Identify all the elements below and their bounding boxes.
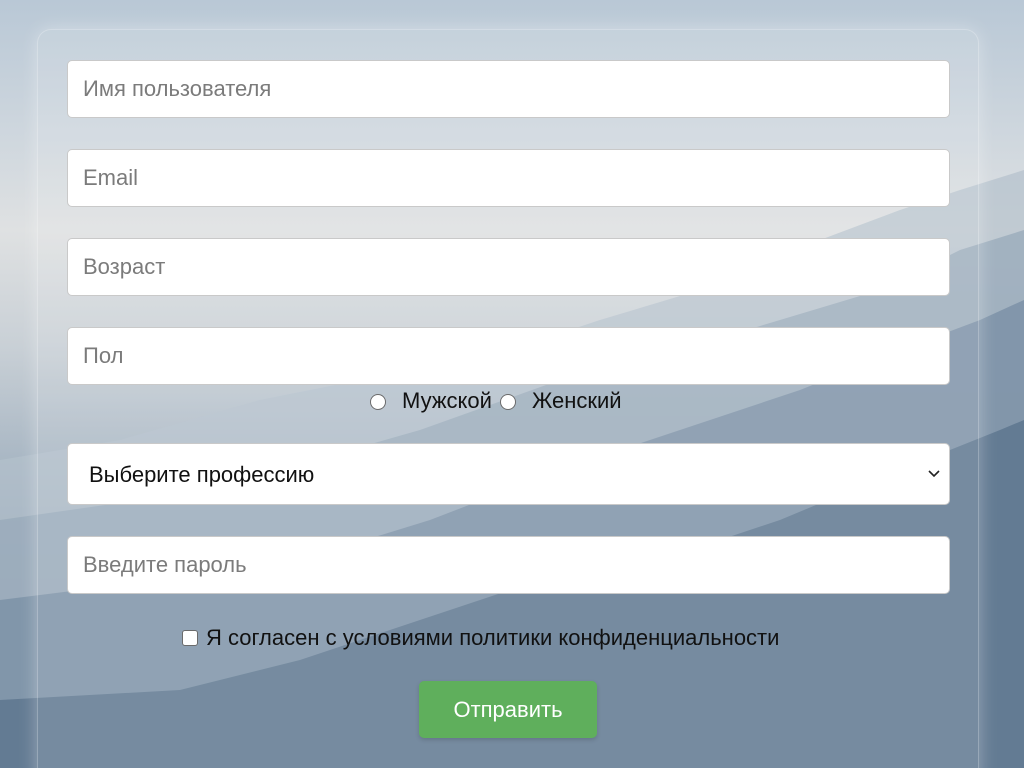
page: Мужской Женский Выберите профессию Я сог… xyxy=(0,0,1024,768)
age-input[interactable] xyxy=(67,238,950,296)
profession-select-value: Выберите профессию xyxy=(89,462,315,487)
submit-button[interactable]: Отправить xyxy=(419,681,597,738)
consent-checkbox[interactable] xyxy=(182,630,198,646)
radio-female-label: Женский xyxy=(531,388,622,413)
email-input[interactable] xyxy=(67,149,950,207)
consent-label: Я согласен с условиями политики конфиден… xyxy=(206,625,780,650)
radio-male[interactable] xyxy=(370,394,386,410)
username-input[interactable] xyxy=(67,60,950,118)
gender-radio-group: Мужской Женский xyxy=(370,388,630,414)
radio-female[interactable] xyxy=(499,394,516,410)
radio-male-label: Мужской xyxy=(402,388,492,413)
chevron-down-icon xyxy=(928,470,940,478)
profession-select[interactable]: Выберите профессию xyxy=(67,443,950,505)
password-input[interactable] xyxy=(67,536,950,594)
consent-row: Я согласен с условиями политики конфиден… xyxy=(182,625,779,651)
gender-input[interactable] xyxy=(67,327,950,385)
